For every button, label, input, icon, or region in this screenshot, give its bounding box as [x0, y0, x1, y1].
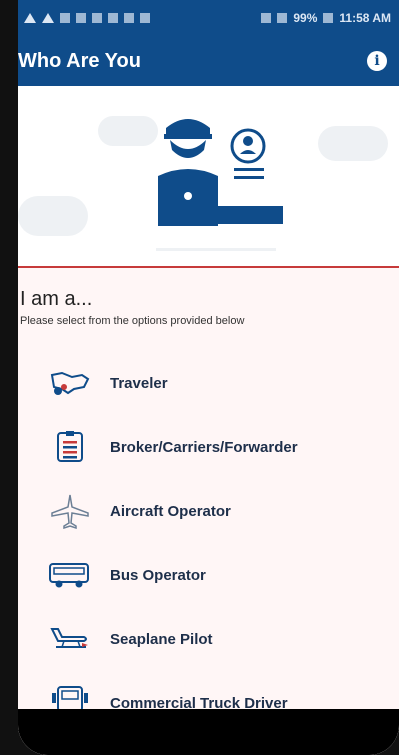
- cloud-decoration: [18, 196, 88, 236]
- clock: 11:58 AM: [339, 11, 391, 25]
- airplane-icon: [48, 493, 92, 529]
- option-label: Bus Operator: [110, 566, 206, 584]
- mail-icon: [124, 13, 134, 23]
- phone-screen: 99% 11:58 AM Who Are You i I am a... Ple…: [18, 0, 399, 755]
- wifi-icon: [261, 13, 272, 23]
- role-selection: I am a... Please select from the options…: [18, 268, 399, 755]
- option-label: Traveler: [110, 374, 168, 392]
- info-icon[interactable]: i: [367, 51, 387, 71]
- app-bar: Who Are You i: [18, 36, 399, 86]
- warning-icon: [42, 13, 54, 23]
- option-broker[interactable]: Broker/Carriers/Forwarder: [18, 415, 399, 479]
- option-label: Aircraft Operator: [110, 502, 231, 520]
- officer-icon: [156, 119, 283, 251]
- option-traveler[interactable]: Traveler: [18, 351, 399, 415]
- option-seaplane-pilot[interactable]: Seaplane Pilot: [18, 607, 399, 671]
- warning-icon: [24, 13, 36, 23]
- prompt-heading: I am a...: [20, 288, 93, 310]
- document-icon: [48, 429, 92, 465]
- status-notifications: [24, 13, 150, 23]
- image-icon: [76, 13, 86, 23]
- hero-illustration-area: [18, 86, 399, 268]
- option-aircraft-operator[interactable]: Aircraft Operator: [18, 479, 399, 543]
- battery-icon: [323, 13, 334, 23]
- option-label: Seaplane Pilot: [110, 630, 213, 648]
- seaplane-icon: [48, 621, 92, 657]
- battery-level: 99%: [293, 11, 318, 25]
- signal-icon: [277, 13, 288, 23]
- mail-icon: [92, 13, 102, 23]
- mail-icon: [108, 13, 118, 23]
- option-bus-operator[interactable]: Bus Operator: [18, 543, 399, 607]
- system-navigation-bar: [18, 709, 399, 755]
- cloud-decoration: [318, 126, 388, 161]
- page-title: Who Are You: [18, 49, 141, 72]
- prompt-subheading: Please select from the options provided …: [20, 315, 245, 327]
- status-bar: 99% 11:58 AM: [18, 0, 399, 36]
- map-icon: [48, 365, 92, 401]
- status-system: 99% 11:58 AM: [261, 11, 391, 25]
- image-icon: [60, 13, 70, 23]
- option-label: Broker/Carriers/Forwarder: [110, 438, 298, 456]
- nfc-icon: [140, 13, 150, 23]
- bus-icon: [48, 557, 92, 593]
